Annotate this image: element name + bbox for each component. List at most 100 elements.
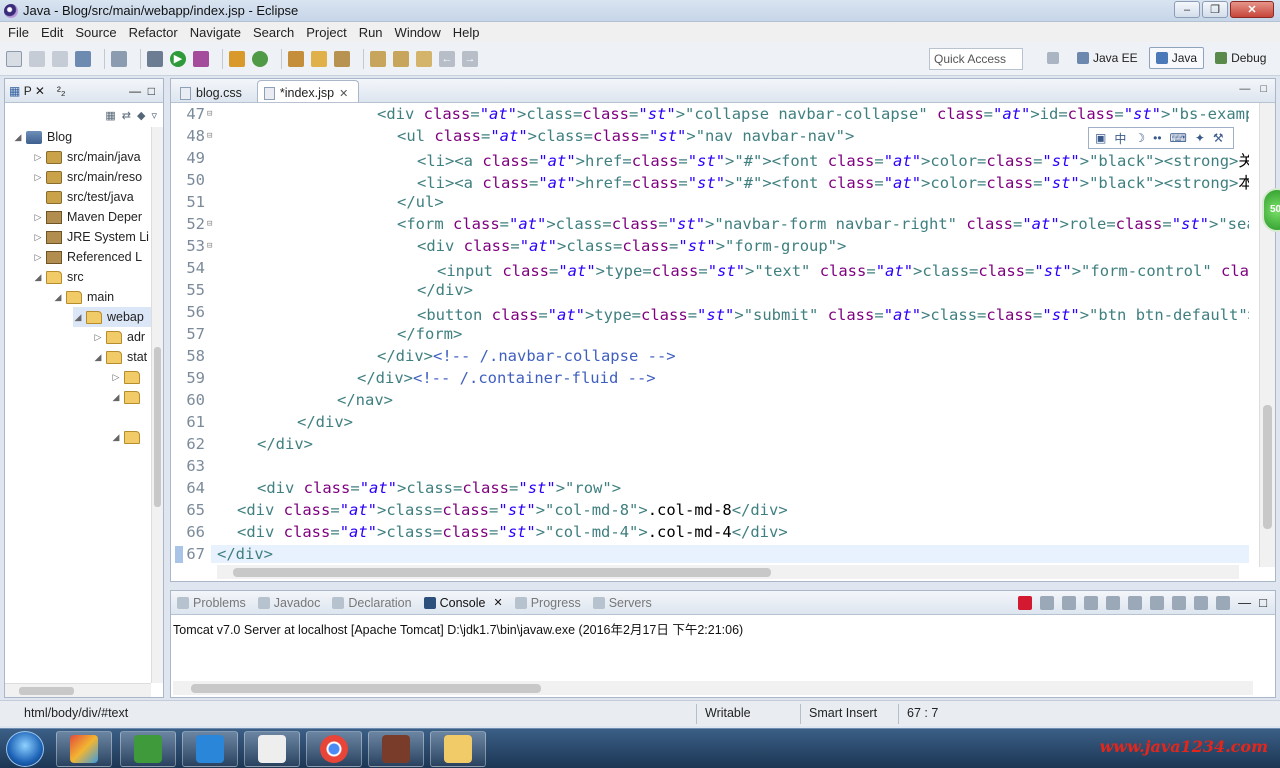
pin-console-icon[interactable] [1172,595,1187,610]
expanded-arrow-icon[interactable]: ◢ [73,312,83,323]
minimize-view-icon[interactable]: — [1239,83,1250,95]
collapsed-arrow-icon[interactable]: ▷ [33,212,43,223]
tree-item-static[interactable]: ◢ stat [93,347,148,367]
expanded-arrow-icon[interactable]: ◢ [111,392,121,403]
expanded-arrow-icon[interactable]: ◢ [13,132,23,143]
fold-toggle-icon[interactable]: ⊟ [207,241,212,251]
remove-all-icon[interactable] [1062,595,1077,610]
code-line[interactable]: <div class="at">class=class="st">"collap… [377,105,1249,123]
new-class-icon[interactable] [252,50,268,67]
code-line[interactable]: <div class="at">class=class="st">"row"> [257,479,621,497]
taskbar-camtasia[interactable] [120,731,176,767]
taskbar-eclipse[interactable] [368,731,424,767]
menu-project[interactable]: Project [302,25,350,40]
collapse-all-icon[interactable]: ▦ [105,109,115,122]
tree-item-jre-system-library[interactable]: ▷ JRE System Li [33,227,149,247]
terminate-icon[interactable] [1018,595,1033,610]
ime-moon-icon[interactable]: ☽ [1134,131,1145,145]
quick-access-input[interactable]: Quick Access [929,48,1023,70]
menu-help[interactable]: Help [449,25,484,40]
print-icon[interactable] [75,50,91,67]
menu-refactor[interactable]: Refactor [125,25,182,40]
collapsed-arrow-icon[interactable]: ▷ [111,372,121,383]
remove-launch-icon[interactable] [1040,595,1055,610]
ime-keyboard-icon[interactable]: ⌨ [1170,131,1187,145]
code-line[interactable]: </ul> [397,193,444,211]
expanded-arrow-icon[interactable]: ◢ [111,432,121,443]
code-line[interactable]: <input class="at">type=class="st">"text"… [437,259,1249,281]
code-line[interactable]: <li><a class="at">href=class="st">"#"><f… [417,149,1249,171]
show-on-output-icon[interactable] [1150,595,1165,610]
code-line[interactable]: </form> [397,325,462,343]
taskbar-camtasia-2[interactable] [244,731,300,767]
tree-item-src-test-java[interactable]: src/test/java [33,187,134,207]
tab-console[interactable]: Console ✕ [420,596,511,610]
explorer-vertical-scrollbar[interactable] [151,127,163,683]
expanded-arrow-icon[interactable]: ◢ [53,292,63,303]
code-line[interactable]: <form class="at">class=class="st">"navba… [397,215,1249,233]
tree-item-folder[interactable]: ◢ [111,387,145,407]
floating-badge[interactable]: 50 [1262,188,1280,232]
menu-navigate[interactable]: Navigate [186,25,245,40]
editor-vertical-scrollbar[interactable] [1259,103,1275,567]
scroll-thumb[interactable] [191,684,541,693]
tab-declaration[interactable]: Declaration [328,596,419,610]
tree-item-src-main-java[interactable]: ▷ src/main/java [33,147,141,167]
clear-console-icon[interactable] [1084,595,1099,610]
fold-toggle-icon[interactable]: ⊟ [207,219,212,229]
ime-tools-icon[interactable]: ✦ [1195,131,1205,145]
taskbar-chrome[interactable] [306,731,362,767]
minimize-view-icon[interactable]: — [1238,595,1251,610]
tree-item-folder[interactable]: ▷ [111,367,145,387]
save-all-icon[interactable] [52,50,68,67]
fold-toggle-icon[interactable]: ⊟ [207,131,212,141]
menu-source[interactable]: Source [71,25,120,40]
tree-item-admin[interactable]: ▷ adr [93,327,146,347]
menu-window[interactable]: Window [391,25,445,40]
maximize-view-icon[interactable]: □ [1259,595,1267,610]
last-edit-icon[interactable] [416,50,432,67]
external-tools-icon[interactable] [193,50,209,67]
new-server-icon[interactable] [229,50,245,67]
code-line[interactable]: </div><!-- /.navbar-collapse --> [377,347,676,365]
menu-edit[interactable]: Edit [37,25,67,40]
taskbar-wps[interactable] [182,731,238,767]
link-editor-icon[interactable]: ⇄ [122,109,131,122]
maximize-view-icon[interactable]: □ [1260,83,1267,95]
tab-progress[interactable]: Progress [511,596,589,610]
display-console-icon[interactable] [1194,595,1209,610]
menu-run[interactable]: Run [355,25,387,40]
scroll-thumb[interactable] [233,568,771,577]
console-horizontal-scrollbar[interactable] [173,681,1253,695]
close-icon[interactable]: ✕ [35,84,45,98]
tree-item-blog[interactable]: ◢ Blog [13,127,73,147]
minimize-button[interactable]: – [1174,1,1200,18]
tab-blog-css[interactable]: blog.css [173,80,253,102]
tree-item-referenced-libraries[interactable]: ▷ Referenced L [33,247,143,267]
tab-javadoc[interactable]: Javadoc [254,596,329,610]
scroll-thumb[interactable] [154,347,161,507]
open-perspective-button[interactable] [1040,47,1066,69]
code-line[interactable]: </div> [297,413,353,431]
code-line[interactable]: <button class="at">type=class="st">"subm… [417,303,1249,325]
close-tab-icon[interactable]: ✕ [493,596,502,609]
code-line[interactable]: <div class="at">class=class="st">"col-md… [237,501,788,519]
new-icon[interactable] [6,50,22,67]
tab-servers[interactable]: Servers [589,596,660,610]
taskbar-explorer[interactable] [430,731,486,767]
code-line[interactable]: <div class="at">class=class="st">"form-g… [417,237,846,255]
editor-horizontal-scrollbar[interactable] [217,565,1239,579]
collapsed-arrow-icon[interactable]: ▷ [33,172,43,183]
code-line[interactable]: <ul class="at">class=class="st">"nav nav… [397,127,854,145]
ime-punct-icon[interactable]: •• [1153,131,1161,145]
taskbar-app-launcher[interactable] [56,731,112,767]
perspective-java[interactable]: Java [1148,47,1205,69]
perspective-debug[interactable]: Debug [1208,47,1273,69]
debug-icon[interactable] [147,50,163,67]
tab-hierarchy[interactable]: ²₂ [57,84,66,98]
start-button[interactable] [6,731,44,767]
close-button[interactable]: ✕ [1230,1,1274,18]
close-tab-icon[interactable]: ✕ [339,87,348,100]
code-line[interactable]: </div> [417,281,473,299]
menu-file[interactable]: File [4,25,33,40]
